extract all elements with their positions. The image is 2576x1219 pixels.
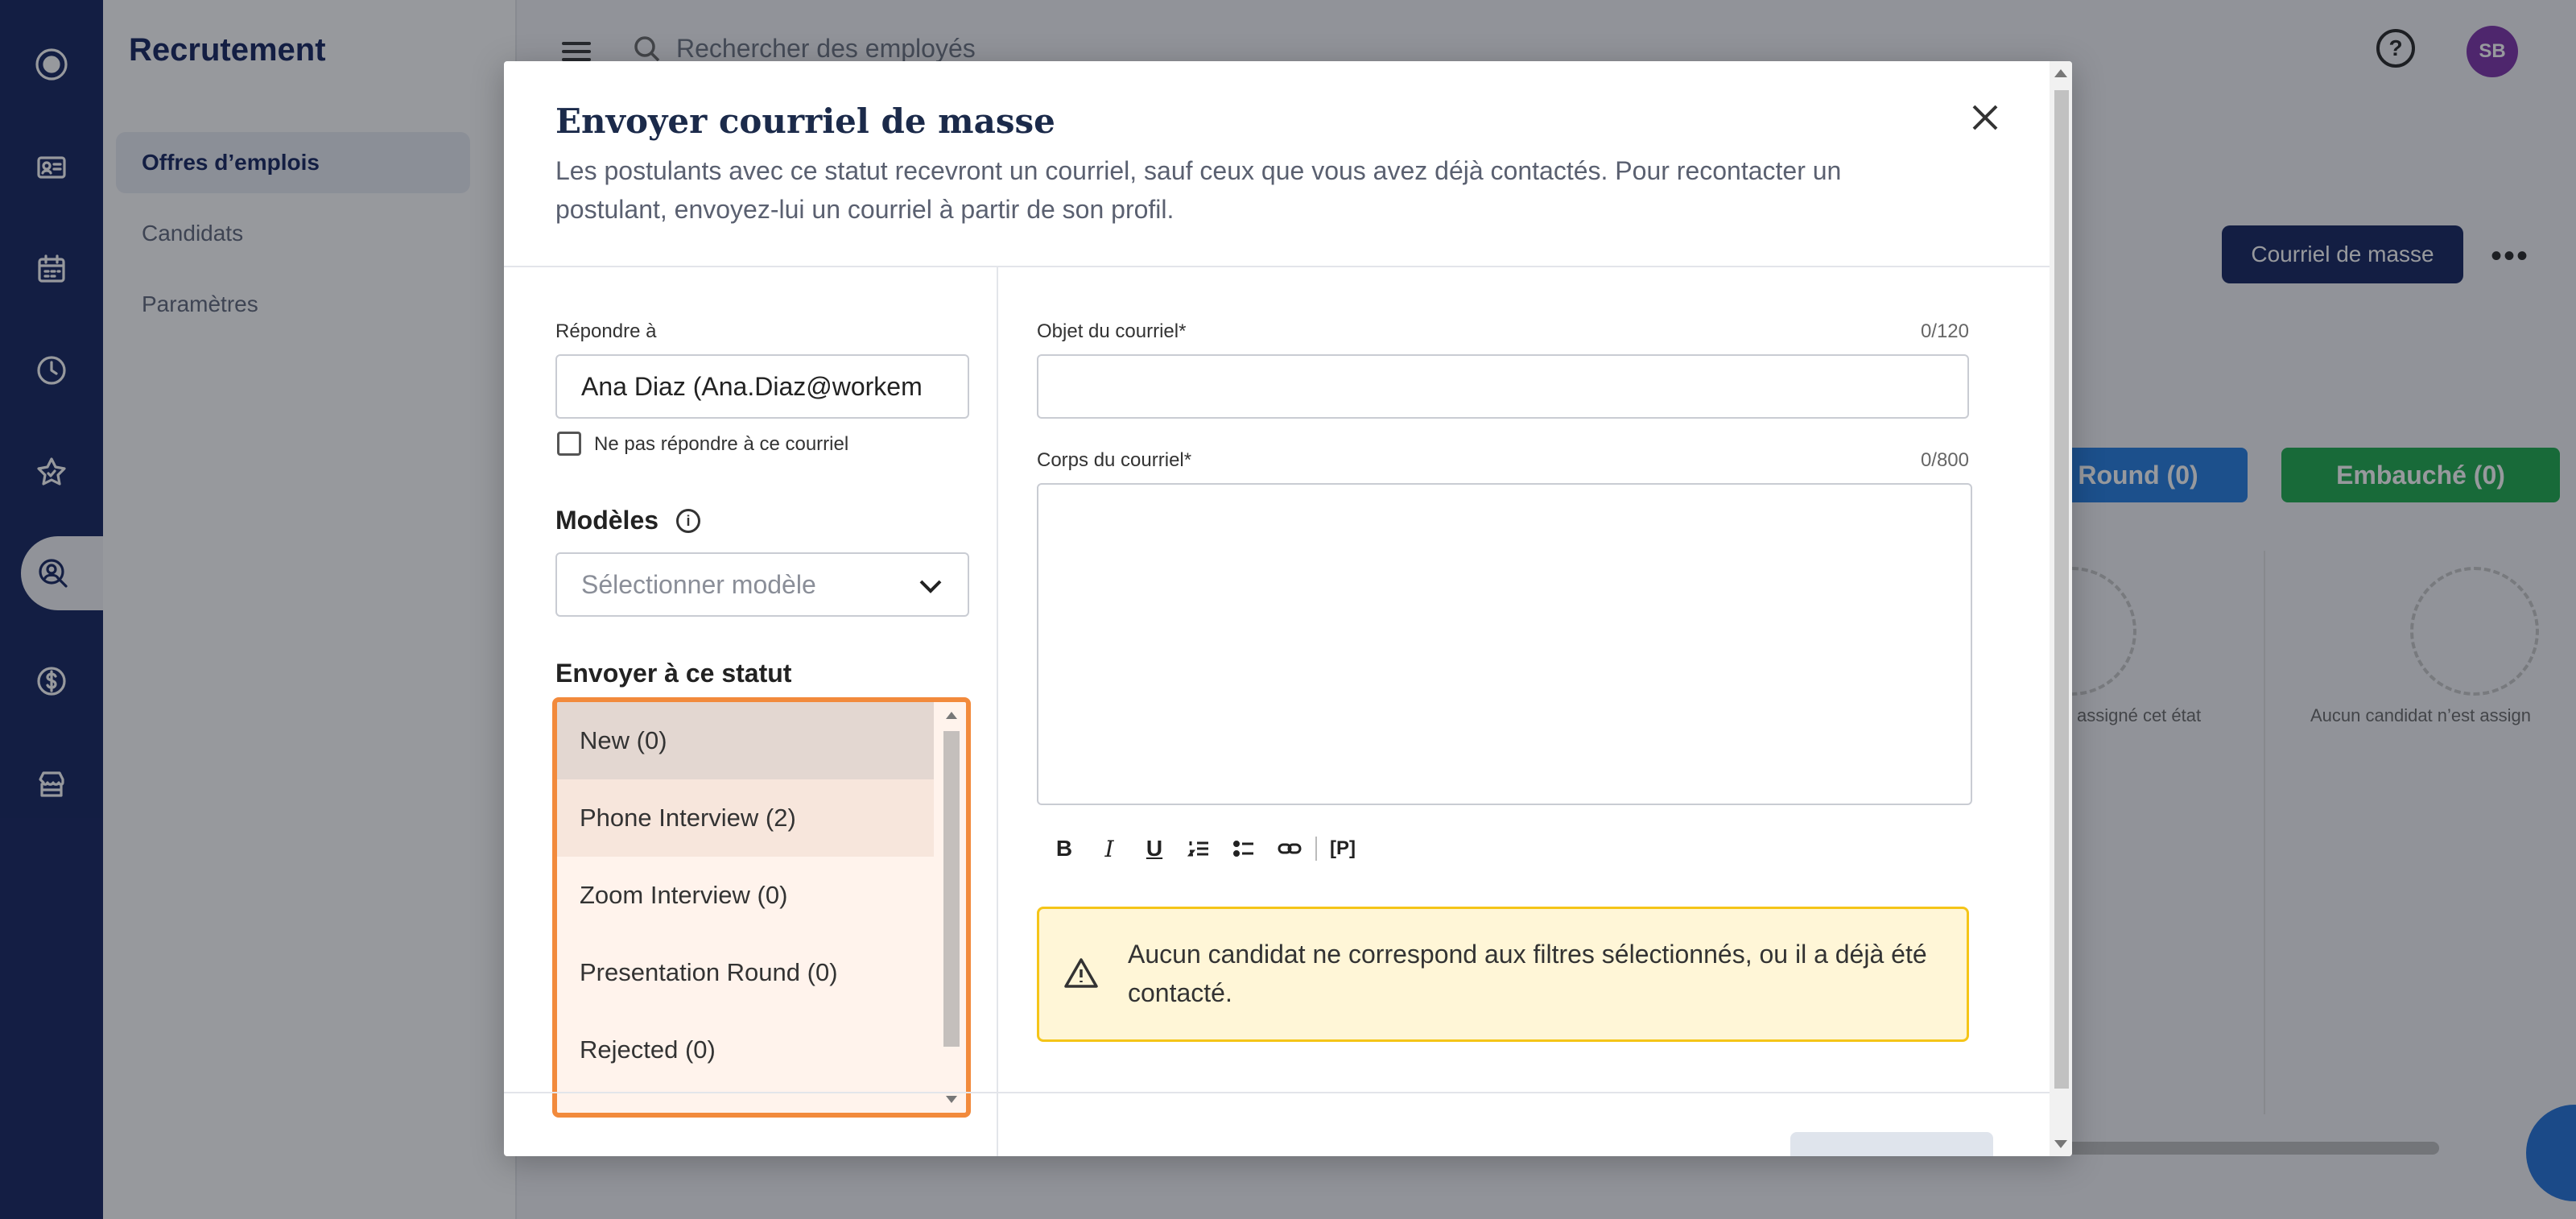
footer-divider (504, 1092, 2050, 1093)
status-option[interactable]: Rejected (0) (557, 1011, 934, 1089)
toolbar-separator (1315, 837, 1317, 861)
body-label: Corps du courriel* (1037, 449, 1192, 471)
body-textarea[interactable] (1037, 483, 1972, 805)
templates-heading: Modèles (555, 506, 659, 535)
scroll-up-icon[interactable] (946, 712, 957, 719)
scrollbar-thumb[interactable] (943, 731, 960, 1047)
modal-description: Les postulants avec ce statut recevront … (555, 156, 1842, 224)
chevron-down-icon (919, 580, 942, 593)
italic-icon[interactable]: I (1087, 828, 1132, 870)
scroll-down-icon[interactable] (2054, 1140, 2067, 1148)
info-icon[interactable]: i (676, 509, 700, 533)
template-select-placeholder: Sélectionner modèle (581, 570, 816, 599)
mass-email-modal: Envoyer courriel de masse Les postulants… (504, 61, 2072, 1156)
bold-icon[interactable]: B (1042, 828, 1087, 870)
ordered-list-icon[interactable] (1177, 828, 1222, 870)
send-button[interactable] (1790, 1132, 1993, 1156)
editor-toolbar: B I U [P] (1042, 828, 1365, 870)
header-divider (504, 266, 2050, 267)
status-option[interactable]: Phone Interview (2) (557, 779, 934, 857)
no-reply-checkbox[interactable] (557, 432, 581, 456)
status-list-scrollbar[interactable] (942, 707, 961, 1108)
close-icon (1972, 105, 1998, 130)
template-select[interactable]: Sélectionner modèle (555, 552, 969, 617)
placeholder-icon[interactable]: [P] (1320, 828, 1365, 870)
column-divider (997, 267, 998, 1156)
subject-input[interactable] (1037, 354, 1969, 419)
status-option[interactable]: Zoom Interview (0) (557, 857, 934, 934)
modal-title: Envoyer courriel de masse (555, 101, 1055, 141)
status-option[interactable]: Presentation Round (0) (557, 934, 934, 1011)
scrollbar-thumb[interactable] (2054, 90, 2069, 1089)
scroll-down-icon[interactable] (946, 1096, 957, 1103)
subject-label: Objet du courriel* (1037, 320, 1187, 342)
modal-scrollbar[interactable] (2050, 61, 2072, 1156)
link-icon[interactable] (1267, 828, 1312, 870)
status-heading: Envoyer à ce statut (555, 659, 792, 688)
reply-to-field[interactable]: Ana Diaz (Ana.Diaz@workem (555, 354, 969, 419)
underline-icon[interactable]: U (1132, 828, 1177, 870)
body-counter: 0/800 (1920, 449, 1969, 471)
subject-counter: 0/120 (1920, 320, 1969, 342)
status-listbox[interactable]: New (0) Phone Interview (2) Zoom Intervi… (552, 697, 971, 1118)
status-option[interactable]: New (0) (557, 702, 934, 779)
scroll-up-icon[interactable] (2054, 69, 2067, 77)
bullet-list-icon[interactable] (1222, 828, 1267, 870)
warning-banner: Aucun candidat ne correspond aux filtres… (1037, 907, 1969, 1042)
close-button[interactable] (1959, 92, 2011, 143)
warning-text: Aucun candidat ne correspond aux filtres… (1128, 940, 1927, 1007)
reply-to-label: Répondre à (555, 320, 657, 342)
warning-icon (1064, 958, 1098, 988)
no-reply-label[interactable]: Ne pas répondre à ce courriel (594, 433, 848, 456)
